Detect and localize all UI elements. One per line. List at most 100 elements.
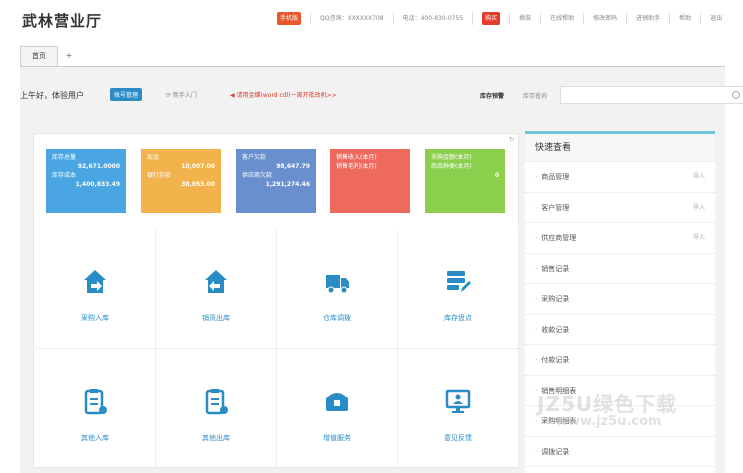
stat-row: 10,007.00 <box>147 162 215 171</box>
greeting-text: 上午好，体验用户 <box>20 91 84 100</box>
change-password-link[interactable]: 修改密码 <box>583 12 626 24</box>
quick-view-item-label: 调拨记录 <box>541 447 570 456</box>
buy-badge[interactable]: 购买 <box>482 11 501 25</box>
bullet-icon: · <box>535 417 538 425</box>
help-link[interactable]: 帮助 <box>669 12 700 24</box>
stat-label: 客户欠款 <box>242 154 267 161</box>
stat-value: 98,647.79 <box>276 163 310 170</box>
notice-link[interactable]: ◀ 请用金蝶(word cdl)一离开批改机>> <box>230 90 337 99</box>
bullet-icon: · <box>535 325 538 334</box>
qq-info: QQ咨询：XXXXXX708 <box>310 12 393 24</box>
bullet-icon: · <box>535 447 538 456</box>
stat-label: 销售收入(本月) <box>336 154 377 161</box>
stat-card[interactable]: 采购金额(本月) 商品种类(本月) 0 <box>425 149 505 213</box>
bullet-icon: · <box>535 203 538 212</box>
top-nav: 手机版 QQ咨询：XXXXXX708 电话：400-830-0755 购买 换肤… <box>268 11 731 25</box>
stat-card[interactable]: 销售收入(本月) 销售毛利(本月) <box>330 149 410 213</box>
online-help-link[interactable]: 在线帮助 <box>540 12 583 24</box>
function-tile[interactable]: 增值服务 <box>277 349 398 469</box>
stat-value: 10,007.00 <box>181 163 215 170</box>
stat-value: 0 <box>494 172 499 179</box>
mobile-badge[interactable]: 手机版 <box>277 11 302 25</box>
quick-view-item-label: 收款记录 <box>541 325 570 334</box>
inventory-warning-label[interactable]: 库存预警 <box>480 91 504 100</box>
quick-view-item[interactable]: · 调拨记录 <box>525 437 715 467</box>
buy-link[interactable]: 购买 <box>472 11 509 25</box>
function-tile-label: 采购入库 <box>81 314 109 322</box>
stat-row: 客户欠款 <box>242 153 310 162</box>
function-tile[interactable]: 其他出库 <box>156 349 277 469</box>
house-in-icon <box>84 270 106 293</box>
stat-row: 38,053.00 <box>147 180 215 189</box>
truck-icon <box>326 275 349 294</box>
function-tile[interactable]: 意见反馈 <box>398 349 519 469</box>
tab-home[interactable]: 首页 <box>20 46 58 66</box>
stat-row: 库存成本 <box>52 171 120 180</box>
stat-row: 98,647.79 <box>242 162 310 171</box>
quick-view-item[interactable]: · 付款记录 <box>525 345 715 376</box>
quick-view-title: 快速查看 <box>525 134 715 162</box>
quick-view-item[interactable]: · 采购记录 <box>525 284 715 315</box>
search-input[interactable] <box>560 86 743 104</box>
function-tile-label: 意见反馈 <box>444 434 472 442</box>
add-tab-button[interactable]: + <box>58 46 80 66</box>
stat-row: 1,291,274.46 <box>242 180 310 189</box>
stat-row: 采购金额(本月) <box>431 153 499 162</box>
stat-row: 92,671.0000 <box>52 162 120 171</box>
stat-card[interactable]: 现金 10,007.00 银行存款 38,053.00 <box>141 149 221 213</box>
watermark-url: www.jz5u.com <box>556 414 662 429</box>
beginner-guide-link[interactable]: ⟳ 新手入门 <box>166 90 197 99</box>
bullet-icon: · <box>535 234 538 242</box>
function-tile-label: 仓库调拨 <box>323 314 351 322</box>
clipboard-in-icon <box>84 389 107 415</box>
chest-icon <box>326 393 348 411</box>
skin-link[interactable]: 换肤 <box>509 12 540 24</box>
stack-edit-icon <box>447 271 471 292</box>
function-tile[interactable]: 库存盘点 <box>398 229 519 349</box>
stat-label: 商品种类(本月) <box>431 163 472 170</box>
stat-row: 销售收入(本月) <box>336 153 404 162</box>
search-icon[interactable] <box>732 91 740 99</box>
refresh-icon[interactable]: ↻ <box>509 136 514 143</box>
stat-label: 库存成本 <box>52 172 77 179</box>
house-out-icon <box>205 270 227 293</box>
function-tile-label: 其他入库 <box>81 434 109 442</box>
function-tile[interactable]: 销货出库 <box>156 229 277 349</box>
stat-row: 供应商欠款 <box>242 171 310 180</box>
function-tile[interactable]: 采购入库 <box>35 229 156 349</box>
assistant-link[interactable]: 进销助手 <box>626 12 669 24</box>
stat-label: 现金 <box>147 154 160 161</box>
tab-bar: 首页 + <box>20 46 80 66</box>
mobile-version-link[interactable]: 手机版 <box>268 11 310 25</box>
quick-view-item-label: 销售记录 <box>541 264 570 273</box>
stat-card[interactable]: 客户欠款 98,647.79 供应商欠款 1,291,274.46 <box>236 149 316 213</box>
stat-value: 92,671.0000 <box>77 163 120 170</box>
function-tile[interactable]: 其他入库 <box>35 349 156 469</box>
stat-value: 1,291,274.46 <box>265 181 310 188</box>
function-tile[interactable]: 仓库调拨 <box>277 229 398 349</box>
quick-view-item[interactable]: · 商品管理 导入 <box>525 162 715 193</box>
inventory-query-link[interactable]: 库存查询 <box>523 91 547 100</box>
app-header: 武林营业厅 手机版 QQ咨询：XXXXXX708 电话：400-830-0755… <box>0 0 743 40</box>
stat-label: 供应商欠款 <box>242 172 273 179</box>
import-link[interactable]: 导入 <box>693 162 705 192</box>
stat-row: 库存总量 <box>52 153 120 162</box>
import-link[interactable]: 导入 <box>693 193 705 223</box>
quick-view-item[interactable]: · 收款记录 <box>525 315 715 345</box>
quick-view-item-label: 采购记录 <box>541 295 570 303</box>
quick-view-item[interactable]: · 供应商管理 导入 <box>525 223 715 254</box>
monitor-icon <box>445 389 471 413</box>
quick-view-item-label: 商品管理 <box>541 173 570 181</box>
watermark-logo: JZ5U绿色下载 <box>537 392 678 416</box>
quick-view-item[interactable]: · 客户管理 导入 <box>525 193 715 223</box>
stat-row: 1,400,833.49 <box>52 180 120 189</box>
phone-info: 电话：400-830-0755 <box>392 12 473 24</box>
logout-link[interactable]: 退出 <box>700 12 731 24</box>
stat-card[interactable]: 库存总量 92,671.0000 库存成本 1,400,833.49 <box>46 149 126 213</box>
function-tile-label: 销货出库 <box>202 314 230 322</box>
brand-title: 武林营业厅 <box>22 12 103 30</box>
stat-row: 现金 <box>147 153 215 162</box>
account-manage-button[interactable]: 账号管理 <box>110 88 143 101</box>
quick-view-item[interactable]: · 销售记录 <box>525 254 715 284</box>
import-link[interactable]: 导入 <box>693 223 705 253</box>
